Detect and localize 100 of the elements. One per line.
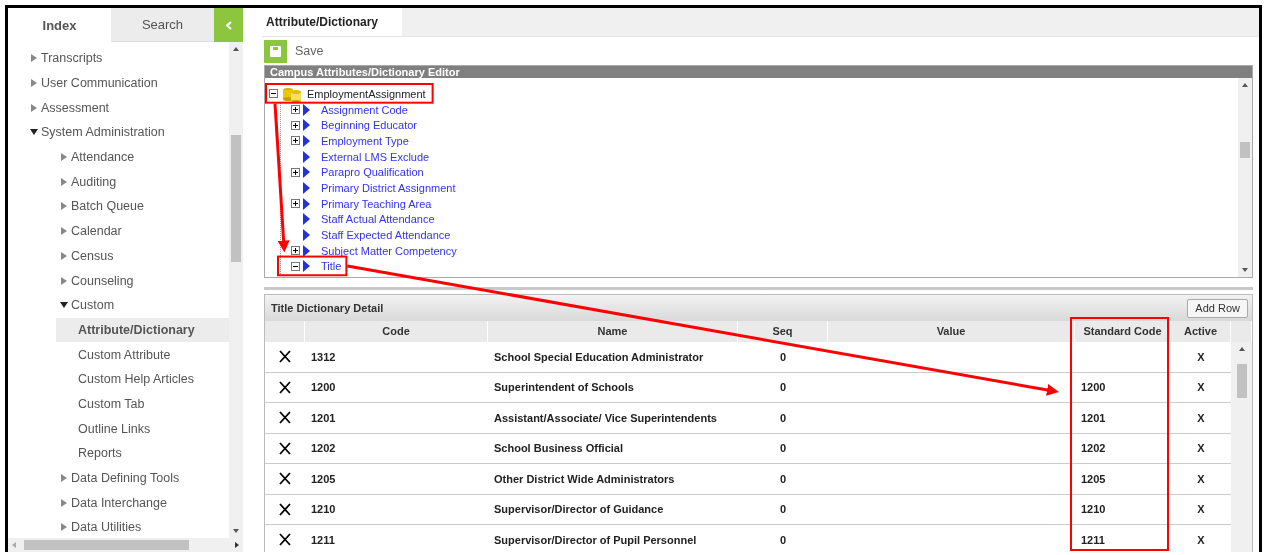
collapsed-arrow-icon[interactable] [30, 54, 38, 63]
table-cell: 0 [779, 472, 787, 485]
save-icon [270, 45, 281, 57]
expanded-arrow-icon[interactable] [30, 128, 38, 137]
collapsed-arrow-icon[interactable] [60, 474, 68, 483]
scroll-thumb[interactable] [1236, 364, 1247, 398]
tree-link[interactable]: External LMS Exclude [321, 150, 430, 163]
table-cell: X [1197, 442, 1205, 455]
tree-link[interactable]: Beginning Educator [321, 119, 417, 132]
save-button[interactable]: Save [264, 39, 324, 63]
nav-item[interactable]: Reports [78, 446, 122, 461]
table-cell: 1211 [311, 533, 335, 546]
column-header: Seq [738, 321, 828, 342]
database-icon [281, 85, 303, 102]
tree-link[interactable]: Title [321, 260, 342, 273]
nav-item[interactable]: Custom [71, 298, 115, 313]
add-row-button[interactable]: Add Row [1187, 298, 1248, 318]
table-cell: Superintendent of Schools [494, 381, 634, 394]
table-cell: X [1197, 533, 1205, 546]
expanded-arrow-icon[interactable] [60, 301, 68, 310]
expand-icon[interactable] [291, 120, 300, 130]
tree-link[interactable]: Subject Matter Competency [321, 244, 457, 257]
nav-item[interactable]: Custom Tab [78, 396, 145, 411]
tree-link[interactable]: Staff Expected Attendance [321, 229, 451, 242]
nav-item[interactable]: Outline Links [78, 421, 151, 436]
nav-item[interactable]: Data Interchange [71, 495, 167, 510]
table-cell: 0 [779, 503, 787, 516]
nav-item[interactable]: Transcripts [41, 51, 103, 66]
nav-item[interactable]: Assessment [41, 100, 110, 115]
table-cell: 0 [779, 350, 787, 363]
collapse-icon[interactable] [269, 89, 278, 99]
tree-link[interactable]: Primary District Assignment [321, 181, 456, 194]
table-cell: 1200 [1081, 381, 1106, 394]
delete-icon[interactable] [279, 411, 291, 425]
table-cell: X [1197, 411, 1205, 424]
collapsed-arrow-icon[interactable] [30, 79, 38, 88]
table-cell: 1312 [311, 350, 336, 363]
scroll-thumb[interactable] [1240, 142, 1250, 158]
nav-item[interactable]: Data Defining Tools [71, 471, 180, 486]
expand-icon[interactable] [291, 136, 300, 146]
tree-link[interactable]: Staff Actual Attendance [321, 213, 435, 226]
delete-icon[interactable] [279, 533, 291, 547]
table-cell: 0 [779, 533, 787, 546]
triangle-icon [303, 213, 310, 226]
nav-item[interactable]: Custom Help Articles [78, 372, 194, 387]
collapsed-arrow-icon[interactable] [60, 202, 68, 211]
table-cell: 1202 [311, 442, 336, 455]
nav-item[interactable]: User Communication [41, 76, 158, 91]
delete-icon[interactable] [279, 472, 291, 486]
expand-icon[interactable] [291, 167, 300, 177]
collapsed-arrow-icon[interactable] [60, 251, 68, 260]
collapse-icon[interactable] [291, 261, 300, 271]
table-cell: 1200 [311, 381, 336, 394]
tree-link[interactable]: Parapro Qualification [321, 166, 424, 179]
nav-item[interactable]: Data Utilities [71, 520, 142, 535]
table-cell: X [1197, 381, 1205, 394]
scroll-thumb[interactable] [24, 540, 189, 550]
collapsed-arrow-icon[interactable] [60, 498, 68, 507]
collapsed-arrow-icon[interactable] [60, 523, 68, 532]
delete-icon[interactable] [279, 502, 291, 516]
scrollbar[interactable] [1231, 342, 1252, 552]
nav-item[interactable]: Calendar [71, 224, 122, 239]
scrollbar[interactable] [229, 42, 243, 538]
expand-icon[interactable] [291, 246, 300, 256]
panel-title: Title Dictionary Detail [271, 302, 384, 314]
nav-item[interactable]: Census [71, 248, 114, 263]
table-cell: 0 [779, 442, 787, 455]
table-cell: Other District Wide Administrators [494, 472, 675, 485]
collapsed-arrow-icon[interactable] [60, 153, 68, 162]
nav-item[interactable]: Batch Queue [71, 199, 144, 214]
scrollbar[interactable] [8, 538, 243, 552]
nav-item[interactable]: Auditing [71, 174, 117, 189]
triangle-icon [303, 244, 310, 257]
nav-item[interactable]: System Administration [41, 125, 165, 140]
triangle-icon [303, 260, 310, 273]
column-header: Code [305, 321, 488, 342]
page-tab[interactable]: Attribute/Dictionary [262, 8, 402, 36]
tree-link[interactable]: Employment Type [321, 134, 409, 147]
table-cell: 1201 [1081, 411, 1106, 424]
nav-item[interactable]: Custom Attribute [78, 347, 171, 362]
tree-link[interactable]: Assignment Code [321, 103, 408, 116]
nav-item[interactable]: Counseling [71, 273, 134, 288]
collapsed-arrow-icon[interactable] [60, 227, 68, 236]
scrollbar[interactable] [1238, 78, 1252, 277]
nav-item[interactable]: Attribute/Dictionary [78, 322, 195, 337]
tree-link[interactable]: Primary Teaching Area [321, 197, 432, 210]
delete-icon[interactable] [279, 350, 291, 364]
expand-icon[interactable] [291, 105, 300, 115]
table-cell: 1210 [311, 503, 336, 516]
expand-icon[interactable] [291, 199, 300, 209]
nav-item[interactable]: Attendance [71, 150, 135, 165]
collapsed-arrow-icon[interactable] [60, 177, 68, 186]
tree-node[interactable]: EmploymentAssignment [306, 86, 427, 101]
scroll-thumb[interactable] [231, 135, 241, 262]
delete-icon[interactable] [279, 380, 291, 394]
collapsed-arrow-icon[interactable] [60, 276, 68, 285]
panel-title: Campus Attributes/Dictionary Editor [265, 66, 1252, 78]
collapsed-arrow-icon[interactable] [30, 103, 38, 112]
delete-icon[interactable] [279, 441, 291, 455]
sidebar-tab[interactable]: Search [111, 8, 214, 42]
